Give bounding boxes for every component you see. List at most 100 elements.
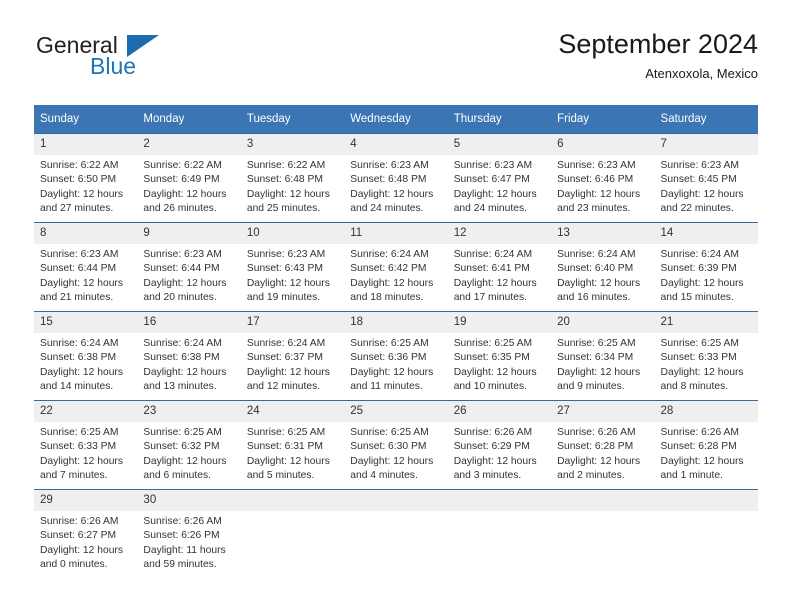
calendar-day-cell[interactable]: 28 Sunrise: 6:26 AM Sunset: 6:28 PM Dayligh…	[654, 400, 758, 490]
calendar-day-cell[interactable]: 25 Sunrise: 6:25 AM Sunset: 6:30 PM Dayligh…	[344, 400, 448, 490]
weekday-header-saturday: Saturday	[654, 105, 758, 134]
sunrise-text: Sunrise: 6:23 AM	[453, 160, 533, 171]
daylight-text-line2: and 13 minutes.	[143, 381, 217, 393]
daylight-text-line2: and 10 minutes.	[453, 381, 527, 393]
daylight-text-line1: Daylight: 12 hours	[40, 188, 123, 200]
day-number: 29	[34, 490, 138, 511]
day-number: 11	[344, 223, 448, 244]
day-details: Sunrise: 6:23 AM Sunset: 6:43 PM Daylight:…	[241, 244, 344, 306]
calendar-day-cell[interactable]: 2 Sunrise: 6:22 AM Sunset: 6:49 PM Daylight…	[137, 133, 241, 223]
weekday-header-sunday: Sunday	[34, 105, 138, 134]
calendar-day-cell[interactable]: 4 Sunrise: 6:23 AM Sunset: 6:48 PM Daylight…	[344, 133, 448, 223]
calendar-day-cell-empty	[344, 489, 448, 578]
daylight-text-line2: and 20 minutes.	[143, 292, 217, 304]
daylight-text-line1: Daylight: 12 hours	[246, 366, 330, 378]
day-details: Sunrise: 6:24 AM Sunset: 6:40 PM Daylight:…	[551, 244, 654, 306]
sunrise-text: Sunrise: 6:26 AM	[143, 516, 222, 527]
daylight-text-line1: Daylight: 12 hours	[40, 277, 123, 289]
calendar-day-cell[interactable]: 19 Sunrise: 6:25 AM Sunset: 6:35 PM Dayligh…	[447, 311, 552, 401]
daylight-text-line2: and 0 minutes.	[40, 559, 108, 571]
calendar-day-cell[interactable]: 8 Sunrise: 6:23 AM Sunset: 6:44 PM Daylight…	[34, 222, 138, 312]
daylight-text-line2: and 4 minutes.	[350, 470, 418, 482]
calendar-day-cell[interactable]: 11 Sunrise: 6:24 AM Sunset: 6:42 PM Dayligh…	[344, 222, 448, 312]
calendar-day-cell[interactable]: 18 Sunrise: 6:25 AM Sunset: 6:36 PM Dayligh…	[344, 311, 448, 401]
day-details: Sunrise: 6:23 AM Sunset: 6:45 PM Daylight:…	[655, 155, 758, 217]
sunset-text: Sunset: 6:47 PM	[453, 174, 530, 186]
day-details: Sunrise: 6:24 AM Sunset: 6:39 PM Daylight:…	[655, 244, 758, 306]
page-subtitle: Atenxoxola, Mexico	[645, 66, 758, 81]
calendar-day-cell[interactable]: 22 Sunrise: 6:25 AM Sunset: 6:33 PM Dayligh…	[34, 400, 138, 490]
day-details: Sunrise: 6:25 AM Sunset: 6:36 PM Daylight:…	[344, 333, 447, 395]
page-header: General Blue September 2024 Atenxoxola, …	[34, 28, 758, 98]
sunrise-text: Sunrise: 6:26 AM	[660, 427, 739, 438]
sunset-text: Sunset: 6:40 PM	[557, 263, 634, 275]
sunrise-sunset-calendar: Sunday Monday Tuesday Wednesday Thursday…	[34, 105, 758, 578]
calendar-day-cell[interactable]: 29 Sunrise: 6:26 AM Sunset: 6:27 PM Dayligh…	[34, 489, 138, 578]
day-number: 23	[137, 401, 241, 422]
calendar-day-cell[interactable]: 12 Sunrise: 6:24 AM Sunset: 6:41 PM Dayligh…	[447, 222, 552, 312]
calendar-day-cell[interactable]: 6 Sunrise: 6:23 AM Sunset: 6:46 PM Daylight…	[551, 133, 655, 223]
sunrise-text: Sunrise: 6:23 AM	[660, 160, 739, 171]
calendar-day-cell[interactable]: 26 Sunrise: 6:26 AM Sunset: 6:29 PM Dayligh…	[447, 400, 552, 490]
calendar-day-cell[interactable]: 17 Sunrise: 6:24 AM Sunset: 6:37 PM Dayligh…	[240, 311, 345, 401]
day-details: Sunrise: 6:26 AM Sunset: 6:27 PM Daylight:…	[34, 511, 137, 573]
daylight-text-line1: Daylight: 12 hours	[246, 188, 330, 200]
calendar-day-cell[interactable]: 27 Sunrise: 6:26 AM Sunset: 6:28 PM Dayligh…	[551, 400, 655, 490]
day-number: 28	[654, 401, 758, 422]
day-number: 21	[654, 312, 758, 333]
sunrise-text: Sunrise: 6:24 AM	[40, 338, 119, 349]
daylight-text-line1: Daylight: 12 hours	[557, 366, 641, 378]
daylight-text-line1: Daylight: 12 hours	[350, 366, 434, 378]
sunrise-text: Sunrise: 6:26 AM	[453, 427, 533, 438]
daylight-text-line1: Daylight: 12 hours	[453, 455, 537, 467]
title-block: September 2024 Atenxoxola, Mexico	[558, 28, 758, 84]
calendar-day-cell[interactable]: 10 Sunrise: 6:23 AM Sunset: 6:43 PM Dayligh…	[240, 222, 345, 312]
calendar-day-cell[interactable]: 13 Sunrise: 6:24 AM Sunset: 6:40 PM Dayligh…	[551, 222, 655, 312]
sunset-text: Sunset: 6:37 PM	[246, 352, 323, 364]
daylight-text-line1: Daylight: 11 hours	[143, 544, 226, 556]
calendar-day-cell[interactable]: 16 Sunrise: 6:24 AM Sunset: 6:38 PM Dayligh…	[137, 311, 241, 401]
daylight-text-line1: Daylight: 12 hours	[246, 455, 330, 467]
calendar-day-cell[interactable]: 30 Sunrise: 6:26 AM Sunset: 6:26 PM Dayligh…	[137, 489, 241, 578]
sunrise-text: Sunrise: 6:23 AM	[557, 160, 636, 171]
daylight-text-line2: and 15 minutes.	[660, 292, 734, 304]
day-details: Sunrise: 6:25 AM Sunset: 6:34 PM Daylight:…	[551, 333, 654, 395]
day-number: 5	[447, 134, 552, 155]
sunrise-text: Sunrise: 6:25 AM	[40, 427, 119, 438]
daylight-text-line1: Daylight: 12 hours	[40, 366, 123, 378]
calendar-day-cell[interactable]: 7 Sunrise: 6:23 AM Sunset: 6:45 PM Daylight…	[654, 133, 758, 223]
daylight-text-line2: and 24 minutes.	[350, 203, 424, 215]
calendar-day-cell[interactable]: 23 Sunrise: 6:25 AM Sunset: 6:32 PM Dayligh…	[137, 400, 241, 490]
daylight-text-line2: and 16 minutes.	[557, 292, 631, 304]
day-details: Sunrise: 6:25 AM Sunset: 6:31 PM Daylight:…	[241, 422, 344, 484]
day-number: 2	[137, 134, 241, 155]
daylight-text-line1: Daylight: 12 hours	[143, 277, 227, 289]
daylight-text-line2: and 23 minutes.	[557, 203, 631, 215]
daylight-text-line2: and 26 minutes.	[143, 203, 217, 215]
sunrise-text: Sunrise: 6:26 AM	[557, 427, 636, 438]
sunset-text: Sunset: 6:32 PM	[143, 441, 220, 453]
day-details: Sunrise: 6:24 AM Sunset: 6:38 PM Daylight:…	[34, 333, 137, 395]
calendar-day-cell[interactable]: 9 Sunrise: 6:23 AM Sunset: 6:44 PM Daylight…	[137, 222, 241, 312]
calendar-day-cell[interactable]: 3 Sunrise: 6:22 AM Sunset: 6:48 PM Daylight…	[240, 133, 345, 223]
day-number: 30	[137, 490, 241, 511]
sunset-text: Sunset: 6:35 PM	[453, 352, 530, 364]
sunset-text: Sunset: 6:48 PM	[246, 174, 323, 186]
sunset-text: Sunset: 6:38 PM	[40, 352, 117, 364]
daylight-text-line2: and 18 minutes.	[350, 292, 424, 304]
day-details: Sunrise: 6:26 AM Sunset: 6:26 PM Daylight:…	[137, 511, 240, 573]
calendar-day-cell[interactable]: 21 Sunrise: 6:25 AM Sunset: 6:33 PM Dayligh…	[654, 311, 758, 401]
calendar-day-cell-empty	[447, 489, 552, 578]
daylight-text-line2: and 2 minutes.	[557, 470, 625, 482]
calendar-day-cell[interactable]: 14 Sunrise: 6:24 AM Sunset: 6:39 PM Dayligh…	[654, 222, 758, 312]
sunset-text: Sunset: 6:45 PM	[660, 174, 737, 186]
daylight-text-line1: Daylight: 12 hours	[350, 455, 434, 467]
calendar-day-cell[interactable]: 5 Sunrise: 6:23 AM Sunset: 6:47 PM Daylight…	[447, 133, 552, 223]
sunset-text: Sunset: 6:28 PM	[660, 441, 737, 453]
day-details: Sunrise: 6:22 AM Sunset: 6:49 PM Daylight:…	[137, 155, 240, 217]
sunrise-text: Sunrise: 6:25 AM	[660, 338, 739, 349]
calendar-day-cell[interactable]: 24 Sunrise: 6:25 AM Sunset: 6:31 PM Dayligh…	[240, 400, 345, 490]
calendar-day-cell[interactable]: 15 Sunrise: 6:24 AM Sunset: 6:38 PM Dayligh…	[34, 311, 138, 401]
calendar-day-cell[interactable]: 20 Sunrise: 6:25 AM Sunset: 6:34 PM Dayligh…	[551, 311, 655, 401]
calendar-day-cell[interactable]: 1 Sunrise: 6:22 AM Sunset: 6:50 PM Daylight…	[34, 133, 138, 223]
